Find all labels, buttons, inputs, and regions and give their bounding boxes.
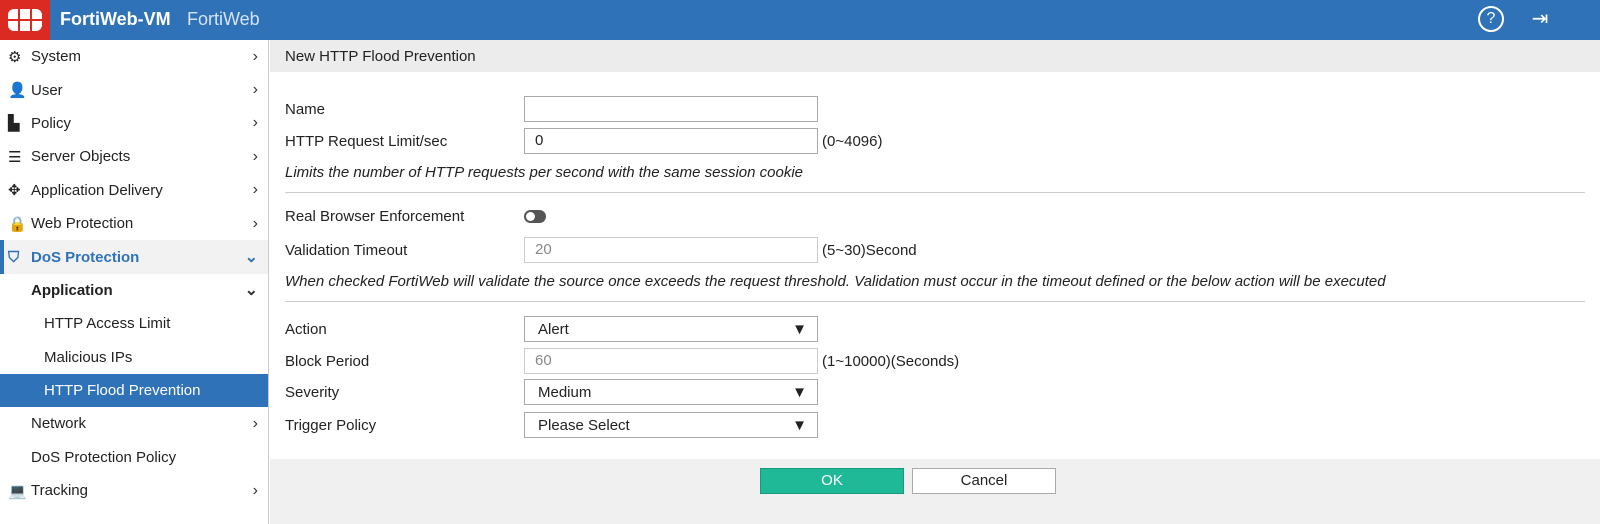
severity-select[interactable]: Medium ▼	[524, 379, 818, 405]
chevron-right-icon: ›	[252, 47, 258, 65]
top-bar: FortiWeb-VM FortiWeb ? ⇥	[0, 0, 1600, 40]
label: HTTP Access Limit	[44, 315, 171, 333]
name-label: Name	[285, 100, 326, 118]
sidebar-item-tracking[interactable]: 💻 Tracking ›	[0, 474, 268, 507]
label: DoS Protection	[31, 248, 140, 266]
label: System	[31, 48, 82, 66]
brand-name: FortiWeb	[187, 9, 260, 29]
sidebar: ⚙ System › 👤 User › ▙ Policy › ☰ Server Objects…	[0, 40, 269, 524]
ok-button[interactable]: OK	[760, 468, 904, 494]
limit-hint: (0~4096)	[822, 132, 883, 150]
trigger-policy-select[interactable]: Please Select ▼	[524, 412, 818, 438]
sidebar-item-user[interactable]: 👤 User ›	[0, 73, 268, 106]
sidebar-item-application[interactable]: Application ⌄	[0, 274, 268, 307]
limit-label: HTTP Request Limit/sec	[285, 132, 448, 150]
cancel-button[interactable]: Cancel	[912, 468, 1056, 494]
label: Malicious IPs	[44, 348, 133, 366]
shield-icon: ⛉	[8, 248, 20, 266]
chevron-right-icon: ›	[252, 481, 258, 499]
action-value: Alert	[538, 320, 569, 338]
label: Network	[31, 415, 87, 433]
limit-note: Limits the number of HTTP requests per s…	[285, 164, 804, 181]
chevron-down-icon: ⌄	[244, 249, 258, 267]
chevron-right-icon: ›	[252, 147, 258, 165]
severity-value: Medium	[538, 383, 592, 401]
chevron-down-icon: ⌄	[244, 282, 258, 300]
sidebar-item-http-access-limit[interactable]: HTTP Access Limit	[0, 307, 268, 340]
divider	[285, 301, 1585, 302]
sidebar-item-dos-protection-policy[interactable]: DoS Protection Policy	[0, 441, 268, 474]
trigger-policy-label: Trigger Policy	[285, 416, 377, 434]
fortinet-logo[interactable]	[0, 0, 50, 40]
severity-label: Severity	[285, 383, 340, 401]
chevron-right-icon: ›	[252, 414, 258, 432]
help-icon[interactable]: ?	[1478, 6, 1504, 32]
label: Application Delivery	[31, 181, 163, 199]
request-limit-input[interactable]: 0	[524, 128, 818, 154]
block-period-label: Block Period	[285, 352, 370, 370]
logout-icon[interactable]: ⇥	[1527, 6, 1553, 32]
policy-icon: ▙	[8, 115, 20, 133]
action-label: Action	[285, 320, 327, 338]
server-icon: ☰	[8, 148, 22, 166]
rbe-label: Real Browser Enforcement	[285, 208, 465, 225]
label: Tracking	[31, 482, 88, 500]
label: HTTP Flood Prevention	[44, 382, 201, 400]
action-select[interactable]: Alert ▼	[524, 316, 818, 342]
laptop-icon: 💻	[8, 482, 27, 500]
rbe-note: When checked FortiWeb will validate the …	[285, 273, 1386, 290]
chevron-right-icon: ›	[252, 181, 258, 199]
label: Application	[31, 281, 113, 299]
label: Web Protection	[31, 215, 134, 233]
sidebar-item-server-objects[interactable]: ☰ Server Objects ›	[0, 140, 268, 173]
sidebar-item-malicious-ips[interactable]: Malicious IPs	[0, 341, 268, 374]
sidebar-item-http-flood-prevention[interactable]: HTTP Flood Prevention	[0, 373, 268, 408]
product-name: FortiWeb-VM	[60, 9, 171, 29]
sidebar-item-policy[interactable]: ▙ Policy ›	[0, 107, 268, 140]
name-input[interactable]	[524, 96, 818, 122]
user-icon: 👤	[8, 82, 27, 100]
timeout-hint: (5~30)Second	[822, 241, 917, 259]
sidebar-item-dos-protection[interactable]: ⛉ DoS Protection ⌄	[0, 240, 268, 274]
sidebar-item-web-protection[interactable]: 🔒 Web Protection ›	[0, 207, 268, 240]
trigger-value: Please Select	[538, 416, 630, 434]
divider	[285, 192, 1585, 193]
caret-down-icon: ▼	[792, 383, 807, 401]
form-footer: OK Cancel	[270, 459, 1600, 524]
page-title: New HTTP Flood Prevention	[270, 40, 1600, 72]
sidebar-item-network[interactable]: Network ›	[0, 407, 268, 440]
timeout-label: Validation Timeout	[285, 241, 408, 259]
gear-icon: ⚙	[8, 48, 22, 66]
label: User	[31, 81, 63, 99]
label: DoS Protection Policy	[31, 448, 177, 466]
label: Policy	[31, 114, 72, 132]
label: Server Objects	[31, 148, 131, 166]
real-browser-enforcement-toggle[interactable]	[524, 210, 546, 223]
block-period-input[interactable]: 60	[524, 348, 818, 374]
chevron-right-icon: ›	[252, 81, 258, 99]
validation-timeout-input[interactable]: 20	[524, 237, 818, 263]
chevron-right-icon: ›	[252, 214, 258, 232]
main-panel: New HTTP Flood Prevention Name HTTP Requ…	[270, 40, 1600, 524]
lock-icon: 🔒	[8, 215, 27, 233]
sidebar-item-application-delivery[interactable]: ✥ Application Delivery ›	[0, 174, 268, 207]
arrows-icon: ✥	[8, 182, 21, 200]
caret-down-icon: ▼	[792, 320, 807, 338]
caret-down-icon: ▼	[792, 416, 807, 434]
block-hint: (1~10000)(Seconds)	[822, 352, 960, 370]
chevron-right-icon: ›	[252, 114, 258, 132]
sidebar-item-system[interactable]: ⚙ System ›	[0, 40, 268, 73]
